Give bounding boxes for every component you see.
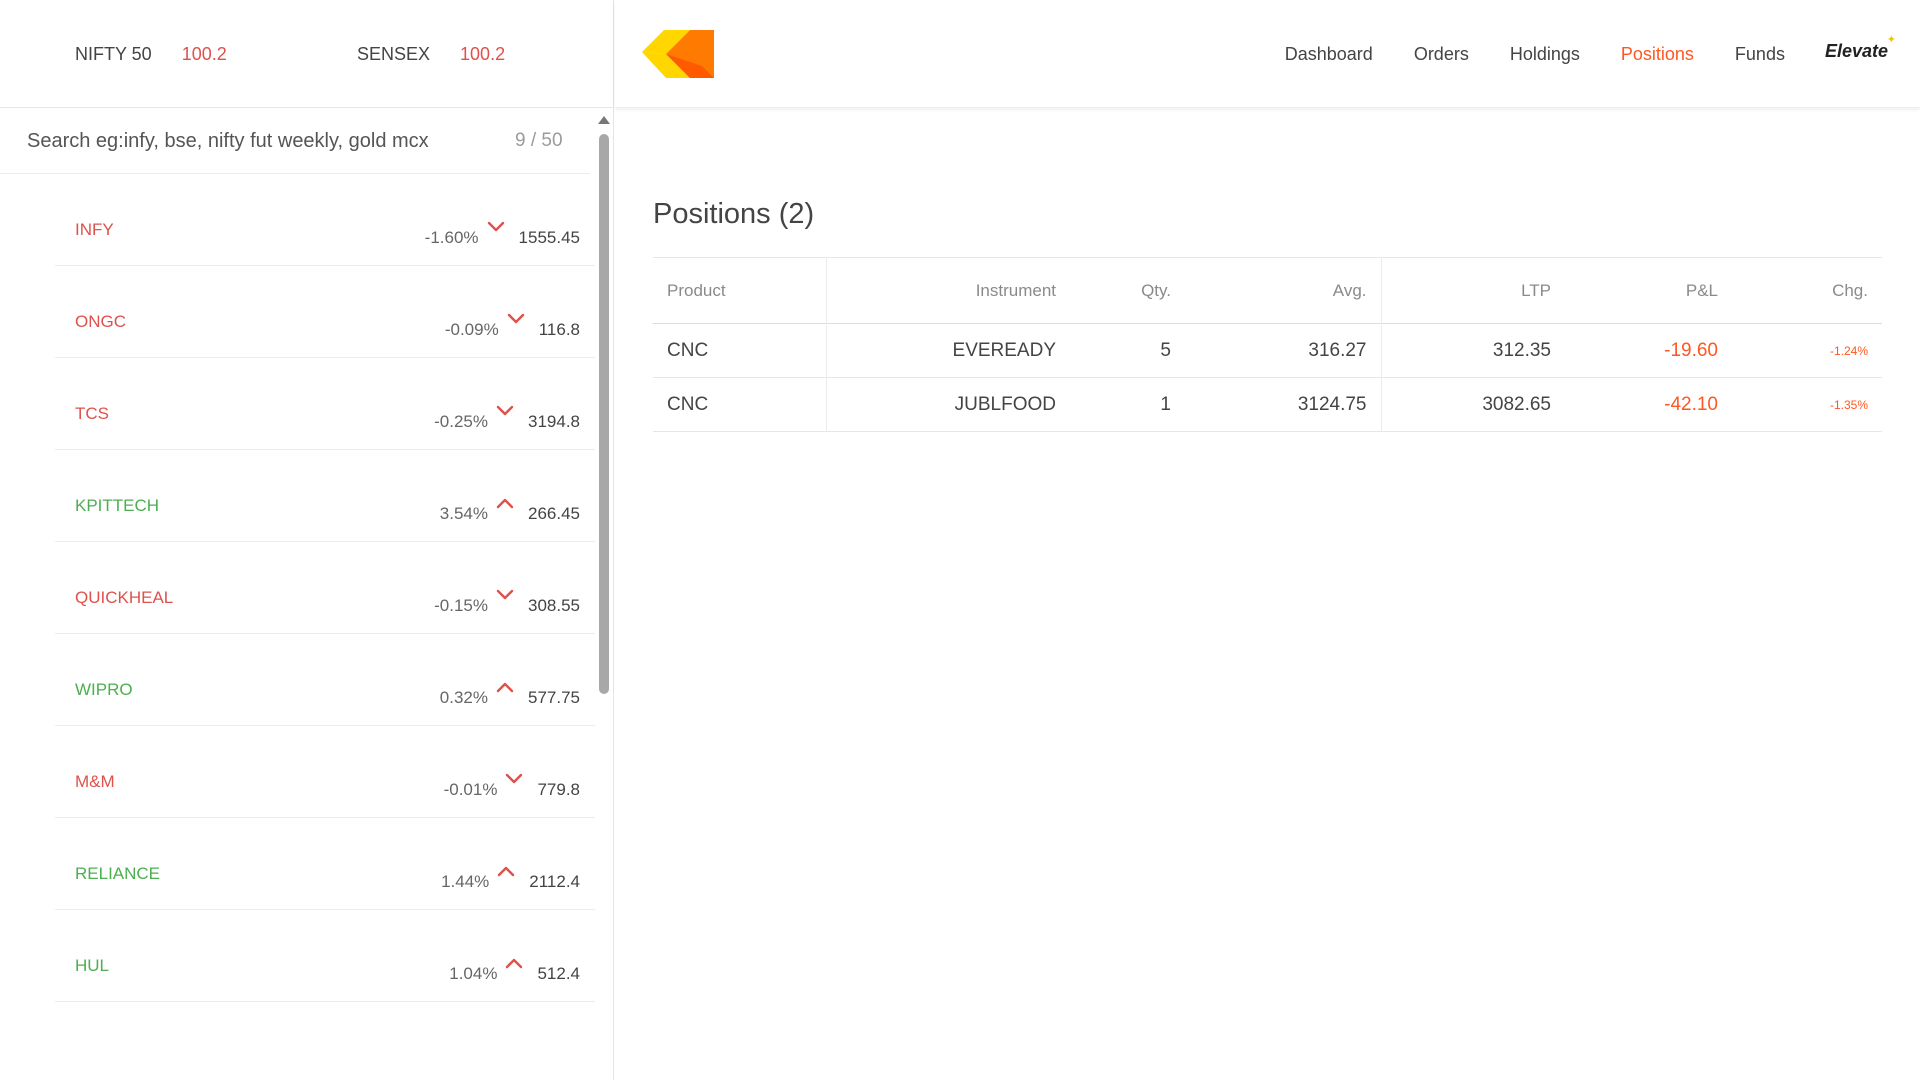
scroll-up-arrow-icon[interactable]	[598, 116, 610, 124]
last-price: 779.8	[537, 780, 580, 799]
instrument-symbol: M&M	[75, 772, 115, 791]
cell-avg: 316.27	[1185, 323, 1382, 378]
instrument-symbol: WIPRO	[75, 680, 133, 699]
positions-page: Positions (2) Product Instrument Qty. Av…	[615, 108, 1920, 1080]
instrument-symbol: KPITTECH	[75, 496, 160, 515]
cell-product: CNC	[653, 323, 827, 378]
watchlist-item[interactable]: INFY -1.60% 1555.45	[55, 174, 595, 266]
percent-change: -0.09%	[444, 320, 499, 339]
table-header-row: Product Instrument Qty. Avg. LTP P&L Chg…	[653, 257, 1882, 324]
indices-bar: NIFTY 50 100.2 SENSEX 100.2	[0, 0, 613, 108]
chevron-up-icon	[496, 680, 514, 694]
watchlist-count: 9 / 50	[515, 130, 563, 151]
column-header[interactable]: Avg.	[1185, 257, 1382, 324]
nav-holdings[interactable]: Holdings	[1510, 44, 1580, 65]
table-row[interactable]: CNC JUBLFOOD 1 3124.75 3082.65 -42.10 -1…	[653, 377, 1882, 432]
chevron-down-icon	[505, 772, 523, 786]
kite-logo-icon[interactable]	[642, 30, 714, 78]
chevron-down-icon	[487, 220, 505, 234]
watchlist-item[interactable]: KPITTECH 3.54% 266.45	[55, 450, 595, 542]
cell-chg: -1.35%	[1829, 397, 1868, 412]
column-header[interactable]: Instrument	[826, 258, 1070, 324]
watchlist-item[interactable]: QUICKHEAL -0.15% 308.55	[55, 542, 595, 634]
instrument-symbol: QUICKHEAL	[75, 588, 174, 607]
instrument-symbol: RELIANCE	[75, 864, 161, 883]
watchlist-item[interactable]: HUL 1.04% 512.4	[55, 910, 595, 1002]
cell-avg: 3124.75	[1185, 377, 1382, 432]
index-value: 100.2	[181, 44, 227, 64]
instrument-symbol: TCS	[75, 404, 109, 423]
percent-change: 0.32%	[439, 688, 488, 707]
cell-instrument: EVEREADY	[952, 339, 1056, 361]
index-sensex[interactable]: SENSEX 100.2	[357, 44, 505, 65]
watchlist: INFY -1.60% 1555.45 ONGC -0.09% 116.8 TC…	[55, 174, 595, 1002]
watchlist-scrollbar[interactable]	[596, 112, 612, 1080]
percent-change: -0.15%	[434, 596, 488, 615]
index-name: SENSEX	[357, 44, 431, 64]
page-title: Positions (2)	[653, 198, 815, 230]
cell-qty: 1	[1160, 393, 1171, 415]
chevron-up-icon	[505, 956, 523, 970]
instrument-symbol: ONGC	[75, 312, 126, 331]
index-nifty50[interactable]: NIFTY 50 100.2	[75, 44, 227, 65]
index-name: NIFTY 50	[75, 44, 152, 64]
percent-change: 1.04%	[449, 964, 498, 983]
nav-positions[interactable]: Positions	[1621, 44, 1694, 65]
watchlist-item[interactable]: RELIANCE 1.44% 2112.4	[55, 818, 595, 910]
cell-chg: -1.24%	[1829, 343, 1868, 358]
percent-change: -1.60%	[424, 228, 479, 247]
chevron-down-icon	[496, 404, 514, 418]
cell-qty: 5	[1160, 339, 1171, 361]
last-price: 3194.8	[528, 412, 580, 431]
index-value: 100.2	[460, 44, 506, 64]
nav-dashboard[interactable]: Dashboard	[1285, 44, 1373, 65]
last-price: 1555.45	[518, 228, 580, 247]
watchlist-item[interactable]: WIPRO 0.32% 577.75	[55, 634, 595, 726]
cell-pnl: -19.60	[1664, 339, 1718, 361]
percent-change: 3.54%	[439, 504, 488, 523]
percent-change: 1.44%	[441, 872, 490, 891]
sparkle-icon: ✦	[1886, 33, 1896, 46]
nav-funds[interactable]: Funds	[1735, 44, 1785, 65]
instrument-symbol: HUL	[75, 956, 110, 975]
last-price: 266.45	[528, 504, 580, 523]
column-header[interactable]: P&L	[1565, 258, 1732, 324]
percent-change: -0.25%	[434, 412, 488, 431]
watchlist-panel: NIFTY 50 100.2 SENSEX 100.2 9 / 50 INFY …	[0, 0, 614, 1080]
column-header[interactable]: Chg.	[1732, 258, 1882, 324]
percent-change: -0.01%	[443, 780, 498, 799]
scrollbar-thumb[interactable]	[599, 134, 609, 694]
chevron-down-icon	[496, 588, 514, 602]
column-header[interactable]: LTP	[1381, 258, 1565, 324]
last-price: 577.75	[528, 688, 580, 707]
positions-table: Product Instrument Qty. Avg. LTP P&L Chg…	[653, 257, 1882, 432]
cell-product: CNC	[653, 377, 827, 432]
last-price: 2112.4	[529, 872, 580, 891]
cell-ltp: 3082.65	[1482, 393, 1551, 415]
search-bar: 9 / 50	[0, 108, 590, 174]
elevate-label: Elevate	[1824, 40, 1888, 61]
cell-ltp: 312.35	[1492, 339, 1551, 361]
table-row[interactable]: CNC EVEREADY 5 316.27 312.35 -19.60 -1.2…	[653, 323, 1882, 378]
elevate-brand[interactable]: Elevate ✦	[1824, 34, 1896, 62]
column-header[interactable]: Product	[653, 257, 827, 324]
last-price: 308.55	[528, 596, 580, 615]
main-nav: Dashboard Orders Holdings Positions Fund…	[1244, 0, 1896, 108]
cell-instrument: JUBLFOOD	[954, 393, 1056, 415]
watchlist-item[interactable]: ONGC -0.09% 116.8	[55, 266, 595, 358]
search-input[interactable]	[27, 124, 487, 158]
watchlist-item[interactable]: TCS -0.25% 3194.8	[55, 358, 595, 450]
chevron-up-icon	[497, 864, 515, 878]
column-header[interactable]: Qty.	[1070, 258, 1185, 324]
chevron-down-icon	[507, 312, 525, 326]
nav-orders[interactable]: Orders	[1414, 44, 1469, 65]
last-price: 512.4	[537, 964, 580, 983]
top-header: Dashboard Orders Holdings Positions Fund…	[615, 0, 1920, 108]
watchlist-item[interactable]: M&M -0.01% 779.8	[55, 726, 595, 818]
last-price: 116.8	[538, 320, 580, 339]
instrument-symbol: INFY	[75, 220, 114, 239]
chevron-up-icon	[496, 496, 514, 510]
cell-pnl: -42.10	[1664, 393, 1718, 415]
